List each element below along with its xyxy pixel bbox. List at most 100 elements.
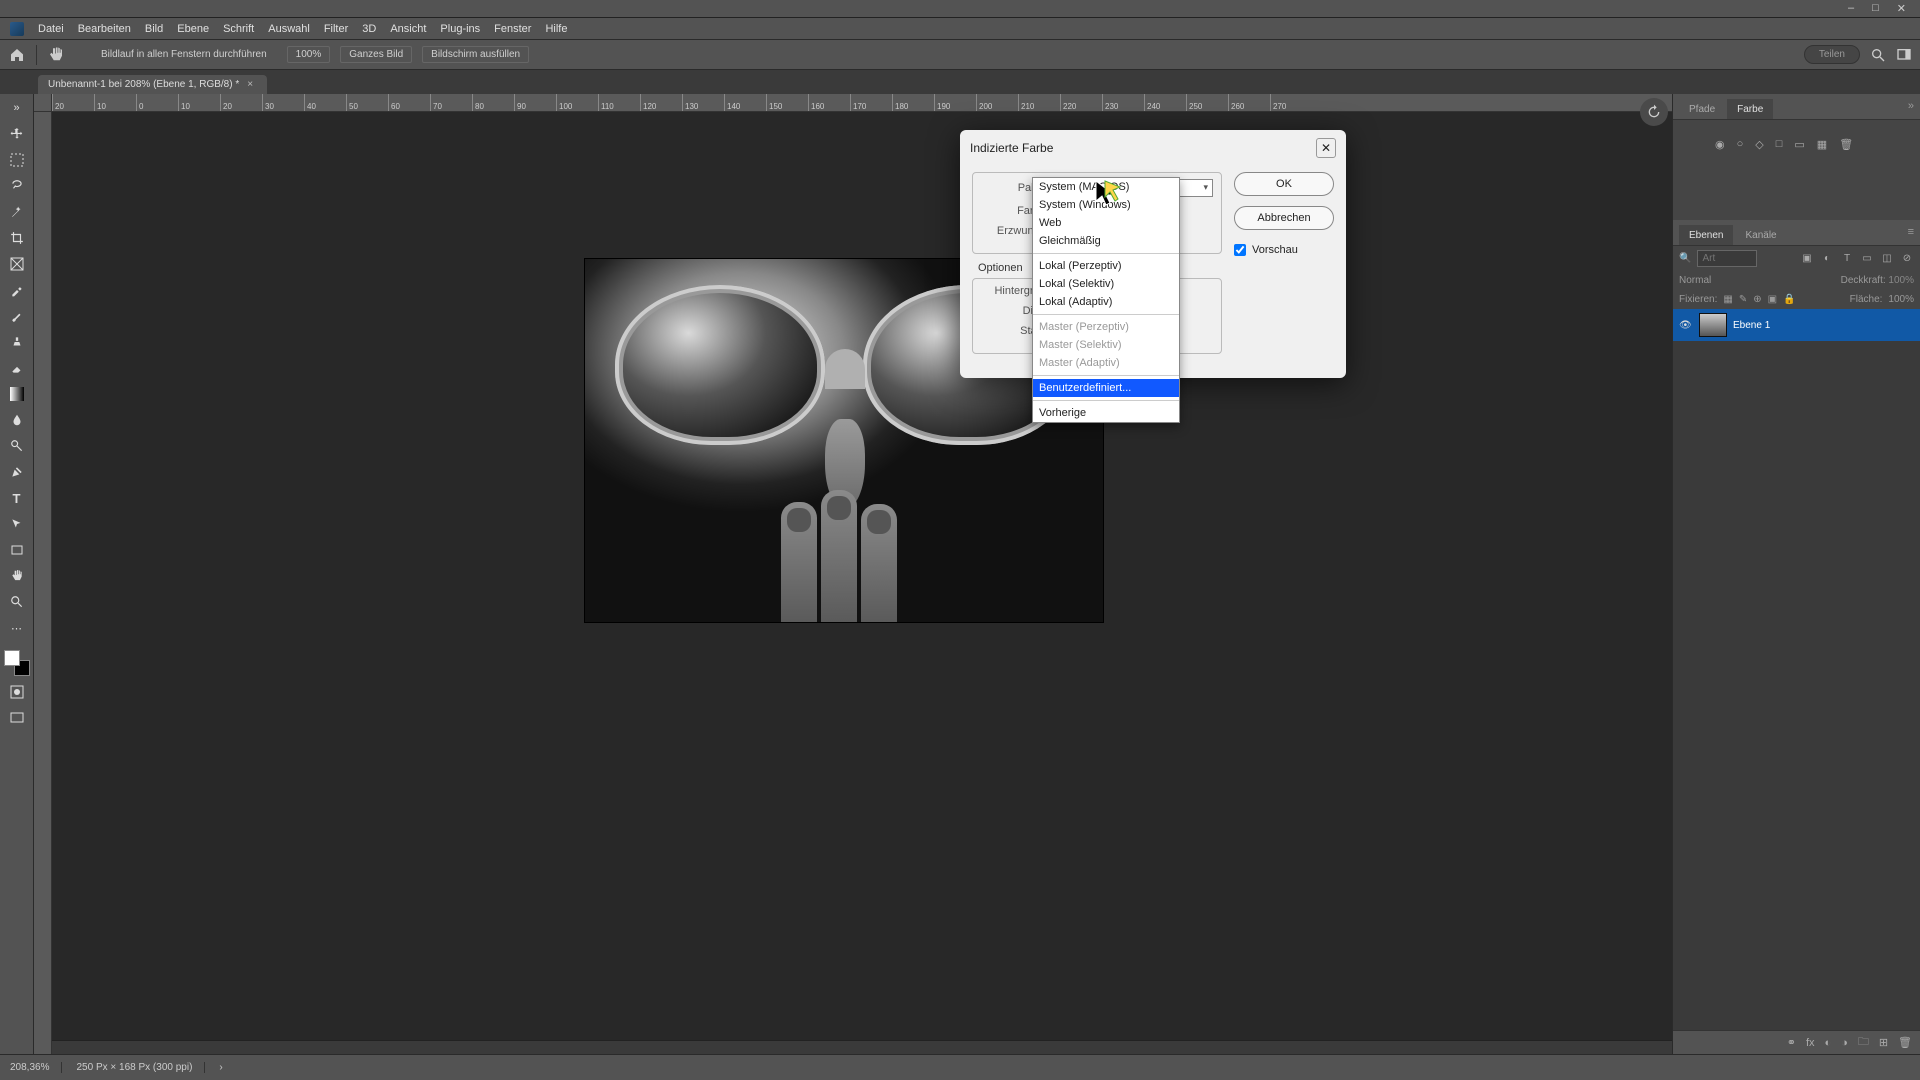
menu-ansicht[interactable]: Ansicht [390,23,426,35]
filter-type-icon[interactable]: T [1840,252,1854,266]
type-tool[interactable]: T [7,488,27,508]
frame-tool[interactable] [7,254,27,274]
history-panel-icon[interactable] [1640,98,1668,126]
tab-farbe[interactable]: Farbe [1727,99,1773,119]
eraser-tool[interactable] [7,358,27,378]
lock-pixels-icon[interactable]: ▦ [1723,294,1732,305]
palette-option-web[interactable]: Web [1033,214,1179,232]
menu-schrift[interactable]: Schrift [223,23,254,35]
adjustment-layer-icon[interactable]: ◑ [1841,1037,1848,1049]
ok-button[interactable]: OK [1234,172,1334,196]
menu-auswahl[interactable]: Auswahl [268,23,310,35]
palette-option-mac[interactable]: System (MAC OS) [1033,178,1179,196]
menu-hilfe[interactable]: Hilfe [545,23,567,35]
layer-row[interactable]: 👁 Ebene 1 [1673,309,1920,341]
menu-datei[interactable]: Datei [38,23,64,35]
layer-filter-input[interactable] [1697,250,1757,267]
zoom-tool[interactable] [7,592,27,612]
preview-checkbox[interactable] [1234,244,1246,256]
palette-option-uniform[interactable]: Gleichmäßig [1033,232,1179,250]
delete-layer-icon[interactable]: 🗑 [1898,1036,1912,1049]
palette-option-local-selective[interactable]: Lokal (Selektiv) [1033,275,1179,293]
home-icon[interactable] [8,47,26,63]
dialog-close-button[interactable]: ✕ [1316,138,1336,158]
rectangle-tool[interactable] [7,540,27,560]
hue-rect-icon[interactable]: ▭ [1794,138,1804,151]
menu-plugins[interactable]: Plug-ins [440,23,480,35]
fill-value[interactable]: 100% [1888,294,1914,305]
palette-option-windows[interactable]: System (Windows) [1033,196,1179,214]
status-doc-dims[interactable]: 250 Px × 168 Px (300 ppi) [76,1062,205,1073]
move-tool[interactable] [7,124,27,144]
hue-cube-icon[interactable]: ◉ [1715,138,1725,151]
share-button[interactable]: Teilen [1804,45,1860,64]
layer-visibility-icon[interactable]: 👁 [1679,320,1693,331]
crop-tool[interactable] [7,228,27,248]
marquee-tool[interactable] [7,150,27,170]
quick-mask-toggle[interactable] [7,682,27,702]
layer-thumbnail[interactable] [1699,313,1727,337]
document-tab[interactable]: Unbenannt-1 bei 208% (Ebene 1, RGB/8) * … [38,75,267,94]
brush-tool[interactable] [7,306,27,326]
clone-stamp-tool[interactable] [7,332,27,352]
window-maximize[interactable]: □ [1872,2,1879,15]
lock-brush-icon[interactable]: ✎ [1739,294,1747,305]
layer-filter-search-icon[interactable]: 🔍 [1679,253,1691,264]
horizontal-scrollbar[interactable] [52,1040,1672,1054]
blur-tool[interactable] [7,410,27,430]
eyedropper-tool[interactable] [7,280,27,300]
palette-option-local-perceptual[interactable]: Lokal (Perzeptiv) [1033,257,1179,275]
status-zoom[interactable]: 208,36% [10,1062,62,1073]
layer-fx-icon[interactable]: fx [1806,1037,1815,1049]
hue-grid-icon[interactable]: ▦ [1817,138,1827,151]
tab-kanaele[interactable]: Kanäle [1735,225,1786,245]
status-chevron-icon[interactable]: › [219,1062,222,1073]
path-select-tool[interactable] [7,514,27,534]
gradient-tool[interactable] [7,384,27,404]
fit-screen-button[interactable]: Ganzes Bild [340,46,412,63]
new-layer-icon[interactable]: ⊞ [1879,1036,1888,1049]
menu-3d[interactable]: 3D [362,23,376,35]
menu-bearbeiten[interactable]: Bearbeiten [78,23,131,35]
menu-bild[interactable]: Bild [145,23,163,35]
collapse-tools[interactable]: » [7,98,27,118]
tab-pfade[interactable]: Pfade [1679,99,1725,119]
blend-mode-select[interactable]: Normal [1679,275,1711,286]
hand-tool[interactable] [7,566,27,586]
panel-collapse-icon[interactable]: » [1908,100,1914,112]
menu-filter[interactable]: Filter [324,23,348,35]
hue-diamond-icon[interactable]: ◇ [1755,138,1763,151]
opacity-value[interactable]: 100% [1888,275,1914,286]
document-tab-close[interactable]: × [247,79,253,90]
workspace-icon[interactable] [1896,47,1912,63]
window-minimize[interactable]: – [1848,2,1854,15]
wand-tool[interactable] [7,202,27,222]
tab-ebenen[interactable]: Ebenen [1679,225,1733,245]
layer-mask-icon[interactable]: ◐ [1825,1037,1832,1049]
link-layers-icon[interactable]: ⚭ [1787,1036,1796,1049]
trash-icon[interactable]: 🗑 [1839,138,1853,151]
layers-panel-menu-icon[interactable]: ≡ [1908,226,1914,238]
filter-adjust-icon[interactable]: ◐ [1820,252,1834,266]
cancel-button[interactable]: Abbrechen [1234,206,1334,230]
hue-square-icon[interactable]: □ [1776,138,1783,151]
menu-fenster[interactable]: Fenster [494,23,531,35]
menu-ebene[interactable]: Ebene [177,23,209,35]
lock-all-icon[interactable]: 🔒 [1783,294,1795,305]
dodge-tool[interactable] [7,436,27,456]
filter-toggle-icon[interactable]: ⊘ [1900,252,1914,266]
zoom-100-button[interactable]: 100% [287,46,331,63]
screen-mode-toggle[interactable] [7,708,27,728]
filter-image-icon[interactable]: ▣ [1800,252,1814,266]
palette-option-previous[interactable]: Vorherige [1033,404,1179,422]
palette-option-local-adaptive[interactable]: Lokal (Adaptiv) [1033,293,1179,311]
hand-tool-icon[interactable] [47,46,65,64]
lock-artboard-icon[interactable]: ▣ [1768,294,1777,305]
edit-toolbar[interactable]: ⋯ [7,618,27,638]
canvas-area[interactable]: 2010010203040506070809010011012013014015… [34,94,1672,1054]
fill-screen-button[interactable]: Bildschirm ausfüllen [422,46,529,63]
pen-tool[interactable] [7,462,27,482]
filter-shape-icon[interactable]: ▭ [1860,252,1874,266]
layer-name[interactable]: Ebene 1 [1733,320,1770,331]
window-close[interactable]: ✕ [1897,2,1906,15]
